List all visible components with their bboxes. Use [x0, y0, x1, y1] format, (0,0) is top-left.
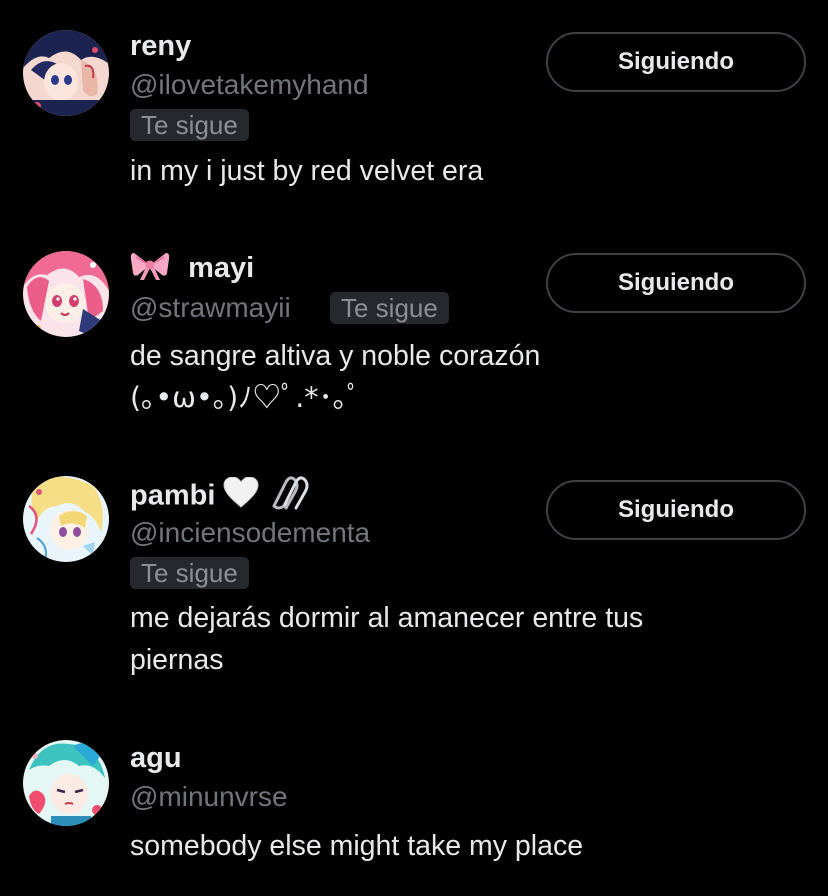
bio-line: somebody else might take my place — [130, 830, 584, 862]
display-name[interactable]: agu — [130, 741, 182, 775]
white-heart-icon — [223, 476, 259, 517]
bio-line: in my i just by red velvet era — [130, 155, 484, 187]
avatar[interactable] — [23, 30, 109, 116]
display-name-text: pambi — [130, 479, 216, 512]
linked-paperclips-icon — [270, 476, 310, 518]
display-name[interactable]: reny — [130, 29, 191, 63]
display-name[interactable]: pambi — [130, 476, 310, 518]
user-bio: de sangre altiva y noble corazón (｡•ω•｡)… — [130, 335, 540, 419]
avatar[interactable] — [23, 251, 109, 337]
user-handle[interactable]: @ilovetakemyhand — [130, 68, 369, 102]
bio-line: piernas — [130, 644, 224, 676]
ribbon-icon — [130, 249, 170, 289]
avatar[interactable] — [23, 476, 109, 562]
user-row[interactable]: agu @minunvrse somebody else might take … — [0, 730, 828, 896]
avatar[interactable] — [23, 740, 109, 826]
user-handle[interactable]: @inciensodementa — [130, 516, 370, 550]
user-handle[interactable]: @strawmayii — [130, 291, 291, 325]
following-button[interactable]: Siguiendo — [546, 32, 806, 92]
user-row[interactable]: mayi @strawmayii Te sigue de sangre alti… — [0, 215, 828, 470]
following-button[interactable]: Siguiendo — [546, 253, 806, 313]
display-name-text: agu — [130, 742, 182, 774]
user-bio: in my i just by red velvet era — [130, 150, 483, 192]
anime-avatar-pink-hair-icon — [23, 251, 109, 337]
display-name[interactable]: mayi — [130, 249, 254, 289]
user-handle[interactable]: @minunvrse — [130, 780, 288, 814]
display-name-text: mayi — [188, 251, 255, 284]
display-name-text: reny — [130, 30, 192, 62]
user-bio: somebody else might take my place — [130, 825, 583, 867]
follows-you-badge: Te sigue — [130, 557, 249, 589]
follows-you-badge: Te sigue — [330, 292, 449, 324]
anime-avatar-blonde-icon — [23, 476, 109, 562]
follows-you-badge: Te sigue — [130, 109, 249, 141]
user-row[interactable]: reny @ilovetakemyhand Te sigue in my i j… — [0, 0, 828, 215]
bio-line: de sangre altiva y noble corazón — [130, 340, 541, 372]
anime-avatar-teal-hair-icon — [23, 740, 109, 826]
following-button[interactable]: Siguiendo — [546, 480, 806, 540]
user-row[interactable]: pambi @inciensodementa Te sigue me dejar… — [0, 470, 828, 730]
bio-line: me dejarás dormir al amanecer entre tus — [130, 602, 644, 634]
bio-line: (｡•ω•｡)ﾉ♡ﾟ.*･｡ﾟ — [130, 381, 362, 414]
anime-avatar-dark-blue-icon — [23, 30, 109, 116]
user-bio: me dejarás dormir al amanecer entre tus … — [130, 597, 643, 681]
